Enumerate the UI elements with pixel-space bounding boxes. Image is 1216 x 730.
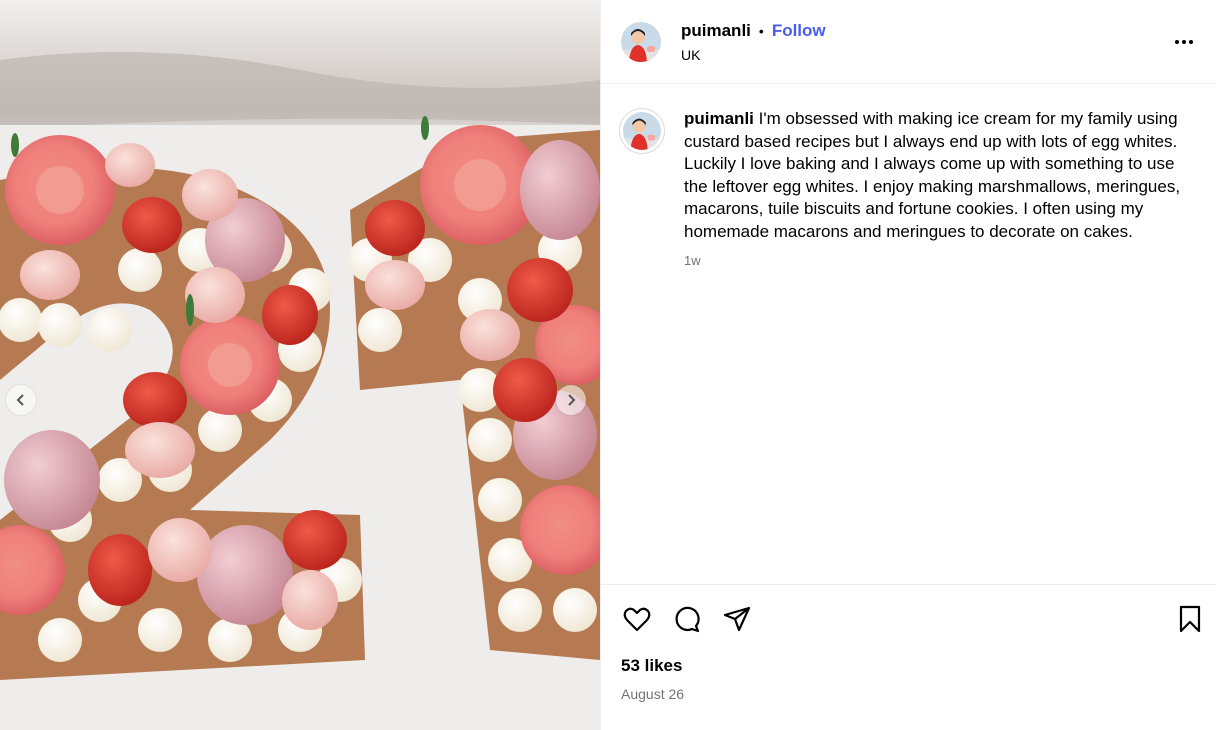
avatar-image: [621, 21, 661, 62]
username-link[interactable]: puimanli: [681, 21, 751, 41]
post-media[interactable]: [0, 0, 600, 730]
action-bar: [601, 584, 1216, 652]
previous-image-button[interactable]: [6, 385, 36, 415]
post-header: puimanli • Follow UK: [601, 0, 1216, 84]
share-button[interactable]: [721, 603, 753, 635]
caption-username[interactable]: puimanli: [684, 109, 754, 128]
chevron-right-icon: [568, 394, 576, 406]
caption: puimanli I'm obsessed with making ice cr…: [619, 108, 1196, 268]
post-sidebar: puimanli • Follow UK puimanli I'm obsess…: [600, 0, 1216, 730]
separator-dot: •: [758, 22, 764, 39]
bookmark-icon: [1179, 605, 1201, 633]
caption-text: puimanli I'm obsessed with making ice cr…: [684, 108, 1194, 243]
avatar-image: [623, 112, 661, 150]
next-image-button[interactable]: [556, 385, 586, 415]
post-dialog: puimanli • Follow UK puimanli I'm obsess…: [0, 0, 1216, 730]
caption-avatar[interactable]: [619, 108, 665, 154]
comments-section: puimanli I'm obsessed with making ice cr…: [601, 84, 1216, 584]
avatar[interactable]: [621, 21, 661, 62]
heart-icon: [623, 607, 651, 631]
comment-button[interactable]: [671, 603, 703, 635]
location-link[interactable]: UK: [681, 47, 826, 63]
like-button[interactable]: [621, 603, 653, 635]
more-options-icon: [1175, 40, 1193, 44]
likes-count[interactable]: 53 likes: [621, 656, 1196, 676]
follow-button[interactable]: Follow: [772, 21, 826, 41]
chevron-left-icon: [16, 394, 24, 406]
caption-body-text: I'm obsessed with making ice cream for m…: [684, 109, 1181, 241]
share-icon: [723, 606, 751, 631]
save-button[interactable]: [1174, 603, 1206, 635]
cake-photo: [0, 0, 600, 730]
comment-icon: [675, 606, 700, 632]
more-options-button[interactable]: [1168, 26, 1200, 58]
post-date[interactable]: August 26: [621, 686, 1196, 702]
post-footer: 53 likes August 26: [601, 652, 1216, 730]
caption-timestamp[interactable]: 1w: [684, 253, 1194, 268]
